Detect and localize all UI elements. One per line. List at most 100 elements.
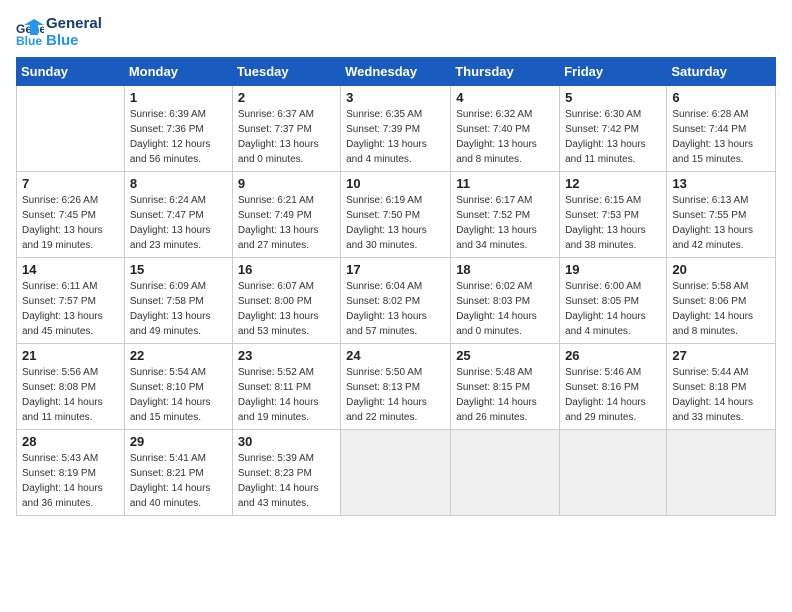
weekday-header-tuesday: Tuesday (232, 58, 340, 86)
day-info: Sunrise: 6:02 AMSunset: 8:03 PMDaylight:… (456, 279, 554, 339)
calendar-cell: 27 Sunrise: 5:44 AMSunset: 8:18 PMDayligh… (667, 344, 776, 430)
calendar-table: SundayMondayTuesdayWednesdayThursdayFrid… (16, 57, 776, 516)
day-info: Sunrise: 5:46 AMSunset: 8:16 PMDaylight:… (565, 365, 661, 425)
calendar-cell: 25 Sunrise: 5:48 AMSunset: 8:15 PMDayligh… (451, 344, 560, 430)
calendar-week-row: 7 Sunrise: 6:26 AMSunset: 7:45 PMDaylight… (17, 172, 776, 258)
day-number: 25 (456, 348, 554, 363)
logo-line1: General (46, 16, 102, 33)
day-number: 28 (22, 434, 119, 449)
day-info: Sunrise: 6:26 AMSunset: 7:45 PMDaylight:… (22, 193, 119, 253)
calendar-cell: 21 Sunrise: 5:56 AMSunset: 8:08 PMDayligh… (17, 344, 125, 430)
calendar-cell (341, 430, 451, 516)
calendar-cell: 10Sunrise: 6:19 AMSunset: 7:50 PMDayligh… (341, 172, 451, 258)
day-number: 30 (238, 434, 335, 449)
calendar-cell: 6Sunrise: 6:28 AMSunset: 7:44 PMDaylight… (667, 86, 776, 172)
weekday-header-saturday: Saturday (667, 58, 776, 86)
day-info: Sunrise: 6:04 AMSunset: 8:02 PMDaylight:… (346, 279, 445, 339)
calendar-week-row: 21 Sunrise: 5:56 AMSunset: 8:08 PMDayligh… (17, 344, 776, 430)
calendar-header-row: SundayMondayTuesdayWednesdayThursdayFrid… (17, 58, 776, 86)
calendar-cell (451, 430, 560, 516)
day-number: 14 (22, 262, 119, 277)
day-info: Sunrise: 5:50 AMSunset: 8:13 PMDaylight:… (346, 365, 445, 425)
day-number: 10 (346, 176, 445, 191)
day-info: Sunrise: 6:15 AMSunset: 7:53 PMDaylight:… (565, 193, 661, 253)
day-info: Sunrise: 6:37 AMSunset: 7:37 PMDaylight:… (238, 107, 335, 167)
day-info: Sunrise: 6:17 AMSunset: 7:52 PMDaylight:… (456, 193, 554, 253)
calendar-cell: 15 Sunrise: 6:09 AMSunset: 7:58 PMDayligh… (124, 258, 232, 344)
day-info: Sunrise: 5:39 AMSunset: 8:23 PMDaylight:… (238, 451, 335, 511)
calendar-cell: 4 Sunrise: 6:32 AMSunset: 7:40 PMDaylight… (451, 86, 560, 172)
calendar-cell: 22Sunrise: 5:54 AMSunset: 8:10 PMDayligh… (124, 344, 232, 430)
day-number: 21 (22, 348, 119, 363)
day-number: 1 (130, 90, 227, 105)
day-number: 13 (672, 176, 770, 191)
calendar-cell: 12Sunrise: 6:15 AMSunset: 7:53 PMDayligh… (560, 172, 667, 258)
calendar-cell (17, 86, 125, 172)
day-info: Sunrise: 6:28 AMSunset: 7:44 PMDaylight:… (672, 107, 770, 167)
day-number: 15 (130, 262, 227, 277)
day-info: Sunrise: 6:13 AMSunset: 7:55 PMDaylight:… (672, 193, 770, 253)
day-number: 9 (238, 176, 335, 191)
day-info: Sunrise: 6:11 AMSunset: 7:57 PMDaylight:… (22, 279, 119, 339)
day-number: 7 (22, 176, 119, 191)
calendar-cell: 13 Sunrise: 6:13 AMSunset: 7:55 PMDayligh… (667, 172, 776, 258)
day-info: Sunrise: 6:35 AMSunset: 7:39 PMDaylight:… (346, 107, 445, 167)
calendar-cell: 7 Sunrise: 6:26 AMSunset: 7:45 PMDaylight… (17, 172, 125, 258)
calendar-cell: 3 Sunrise: 6:35 AMSunset: 7:39 PMDaylight… (341, 86, 451, 172)
day-number: 8 (130, 176, 227, 191)
logo-line2: Blue (46, 33, 102, 50)
day-info: Sunrise: 6:09 AMSunset: 7:58 PMDaylight:… (130, 279, 227, 339)
calendar-cell: 30 Sunrise: 5:39 AMSunset: 8:23 PMDayligh… (232, 430, 340, 516)
calendar-cell: 9 Sunrise: 6:21 AMSunset: 7:49 PMDaylight… (232, 172, 340, 258)
calendar-cell: 19 Sunrise: 6:00 AMSunset: 8:05 PMDayligh… (560, 258, 667, 344)
logo: General Blue General Blue (16, 16, 102, 49)
calendar-cell: 11 Sunrise: 6:17 AMSunset: 7:52 PMDayligh… (451, 172, 560, 258)
day-info: Sunrise: 6:07 AMSunset: 8:00 PMDaylight:… (238, 279, 335, 339)
calendar-cell: 17 Sunrise: 6:04 AMSunset: 8:02 PMDayligh… (341, 258, 451, 344)
calendar-cell: 24 Sunrise: 5:50 AMSunset: 8:13 PMDayligh… (341, 344, 451, 430)
day-info: Sunrise: 5:41 AMSunset: 8:21 PMDaylight:… (130, 451, 227, 511)
day-number: 19 (565, 262, 661, 277)
day-number: 17 (346, 262, 445, 277)
day-number: 5 (565, 90, 661, 105)
day-number: 20 (672, 262, 770, 277)
day-number: 4 (456, 90, 554, 105)
day-number: 11 (456, 176, 554, 191)
day-info: Sunrise: 6:21 AMSunset: 7:49 PMDaylight:… (238, 193, 335, 253)
day-number: 26 (565, 348, 661, 363)
calendar-week-row: 14 Sunrise: 6:11 AMSunset: 7:57 PMDayligh… (17, 258, 776, 344)
calendar-cell: 20 Sunrise: 5:58 AMSunset: 8:06 PMDayligh… (667, 258, 776, 344)
day-number: 3 (346, 90, 445, 105)
weekday-header-sunday: Sunday (17, 58, 125, 86)
calendar-cell: 2 Sunrise: 6:37 AMSunset: 7:37 PMDaylight… (232, 86, 340, 172)
day-number: 23 (238, 348, 335, 363)
calendar-cell: 28Sunrise: 5:43 AMSunset: 8:19 PMDayligh… (17, 430, 125, 516)
day-info: Sunrise: 5:48 AMSunset: 8:15 PMDaylight:… (456, 365, 554, 425)
day-number: 2 (238, 90, 335, 105)
calendar-cell: 1Sunrise: 6:39 AMSunset: 7:36 PMDaylight… (124, 86, 232, 172)
calendar-cell: 18Sunrise: 6:02 AMSunset: 8:03 PMDayligh… (451, 258, 560, 344)
day-info: Sunrise: 6:00 AMSunset: 8:05 PMDaylight:… (565, 279, 661, 339)
calendar-cell: 23 Sunrise: 5:52 AMSunset: 8:11 PMDayligh… (232, 344, 340, 430)
day-info: Sunrise: 5:44 AMSunset: 8:18 PMDaylight:… (672, 365, 770, 425)
day-info: Sunrise: 6:32 AMSunset: 7:40 PMDaylight:… (456, 107, 554, 167)
calendar-week-row: 1Sunrise: 6:39 AMSunset: 7:36 PMDaylight… (17, 86, 776, 172)
day-info: Sunrise: 5:52 AMSunset: 8:11 PMDaylight:… (238, 365, 335, 425)
day-number: 29 (130, 434, 227, 449)
weekday-header-wednesday: Wednesday (341, 58, 451, 86)
day-info: Sunrise: 5:56 AMSunset: 8:08 PMDaylight:… (22, 365, 119, 425)
calendar-cell: 29 Sunrise: 5:41 AMSunset: 8:21 PMDayligh… (124, 430, 232, 516)
day-number: 27 (672, 348, 770, 363)
weekday-header-thursday: Thursday (451, 58, 560, 86)
calendar-week-row: 28Sunrise: 5:43 AMSunset: 8:19 PMDayligh… (17, 430, 776, 516)
calendar-cell (560, 430, 667, 516)
day-number: 24 (346, 348, 445, 363)
calendar-cell: 16 Sunrise: 6:07 AMSunset: 8:00 PMDayligh… (232, 258, 340, 344)
calendar-cell: 8Sunrise: 6:24 AMSunset: 7:47 PMDaylight… (124, 172, 232, 258)
day-info: Sunrise: 5:58 AMSunset: 8:06 PMDaylight:… (672, 279, 770, 339)
day-number: 16 (238, 262, 335, 277)
weekday-header-monday: Monday (124, 58, 232, 86)
header: General Blue General Blue (16, 16, 776, 49)
logo-icon: General Blue (16, 19, 44, 47)
svg-text:Blue: Blue (16, 34, 42, 47)
